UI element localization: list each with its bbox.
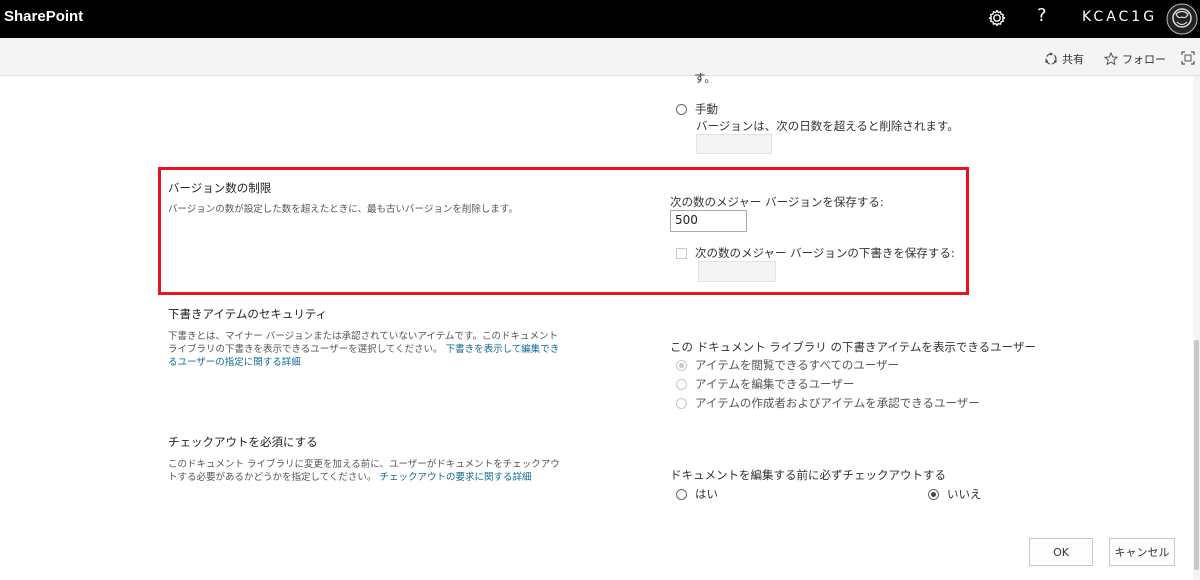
- checkout-link[interactable]: チェックアウトの要求に関する詳細: [379, 472, 531, 483]
- ok-button[interactable]: OK: [1029, 538, 1093, 566]
- draft-option-readers-radio[interactable]: [676, 359, 687, 371]
- major-versions-label: 次の数のメジャー バージョンを保存する:: [670, 195, 884, 209]
- manual-description: バージョンは、次の日数を超えると削除されます。: [696, 119, 959, 133]
- checkout-no-label: いいえ: [947, 487, 982, 501]
- manual-radio[interactable]: [676, 103, 687, 115]
- draft-option-editors[interactable]: アイテムを編集できるユーザー: [676, 376, 854, 392]
- suite-bar: SharePoint ? KCAC1G: [0, 0, 1200, 38]
- gear-icon[interactable]: [985, 6, 1009, 30]
- focus-mode-icon[interactable]: [1181, 51, 1195, 65]
- checkout-yes-option[interactable]: はい: [676, 486, 718, 502]
- checkout-yes-radio[interactable]: [676, 488, 687, 500]
- draft-security-title: 下書きアイテムのセキュリティ: [168, 307, 328, 321]
- version-limit-title: バージョン数の制限: [168, 181, 272, 195]
- draft-option-editors-label: アイテムを編集できるユーザー: [695, 377, 855, 391]
- share-icon: [1045, 52, 1057, 65]
- settings-content: す。 手動 バージョンは、次の日数を超えると削除されます。 バージョン数の制限 …: [0, 71, 1200, 580]
- help-icon[interactable]: ?: [1037, 5, 1047, 26]
- checkout-description: このドキュメント ライブラリに変更を加える前に、ユーザーがドキュメントをチェック…: [168, 458, 560, 484]
- manual-option[interactable]: 手動: [676, 101, 718, 117]
- expiration-days-input[interactable]: [696, 134, 772, 154]
- expiration-cut-text: す。: [694, 71, 716, 85]
- cancel-button[interactable]: キャンセル: [1109, 538, 1175, 566]
- checkout-no-radio[interactable]: [928, 488, 939, 500]
- draft-option-readers-label: アイテムを閲覧できるすべてのユーザー: [695, 358, 900, 372]
- command-bar: 共有 フォロー: [0, 38, 1200, 76]
- checkout-title: チェックアウトを必須にする: [168, 435, 318, 449]
- draft-option-readers[interactable]: アイテムを閲覧できるすべてのユーザー: [676, 357, 899, 373]
- draft-versions-input[interactable]: [698, 261, 776, 282]
- checkout-no-option[interactable]: いいえ: [928, 486, 982, 502]
- draft-security-question: この ドキュメント ライブラリ の下書きアイテムを表示できるユーザー: [670, 340, 1036, 354]
- draft-option-approvers-radio[interactable]: [676, 397, 687, 409]
- share-label: 共有: [1062, 53, 1084, 66]
- user-name[interactable]: KCAC1G: [1082, 9, 1157, 25]
- share-button[interactable]: 共有: [1044, 51, 1084, 67]
- app-title[interactable]: SharePoint: [4, 8, 83, 25]
- follow-label: フォロー: [1122, 53, 1166, 66]
- scrollbar-thumb[interactable]: [1194, 340, 1199, 570]
- highlight-box: [158, 167, 969, 295]
- star-icon: [1104, 52, 1118, 66]
- draft-option-editors-radio[interactable]: [676, 378, 687, 390]
- major-versions-input[interactable]: 500: [670, 210, 747, 232]
- manual-label: 手動: [695, 102, 718, 116]
- version-limit-description: バージョンの数が設定した数を超えたときに、最も古いバージョンを削除します。: [168, 204, 518, 215]
- draft-versions-checkbox[interactable]: [676, 247, 687, 259]
- checkout-yes-label: はい: [695, 487, 718, 501]
- avatar[interactable]: [1166, 3, 1198, 35]
- follow-button[interactable]: フォロー: [1104, 51, 1166, 67]
- checkout-question: ドキュメントを編集する前に必ずチェックアウトする: [670, 468, 946, 482]
- draft-option-approvers[interactable]: アイテムの作成者およびアイテムを承認できるユーザー: [676, 395, 980, 411]
- draft-versions-label: 次の数のメジャー バージョンの下書きを保存する:: [695, 246, 955, 260]
- draft-security-description: 下書きとは、マイナー バージョンまたは承認されていないアイテムです。このドキュメ…: [168, 330, 568, 369]
- draft-versions-option[interactable]: 次の数のメジャー バージョンの下書きを保存する:: [676, 245, 955, 261]
- draft-option-approvers-label: アイテムの作成者およびアイテムを承認できるユーザー: [695, 396, 980, 410]
